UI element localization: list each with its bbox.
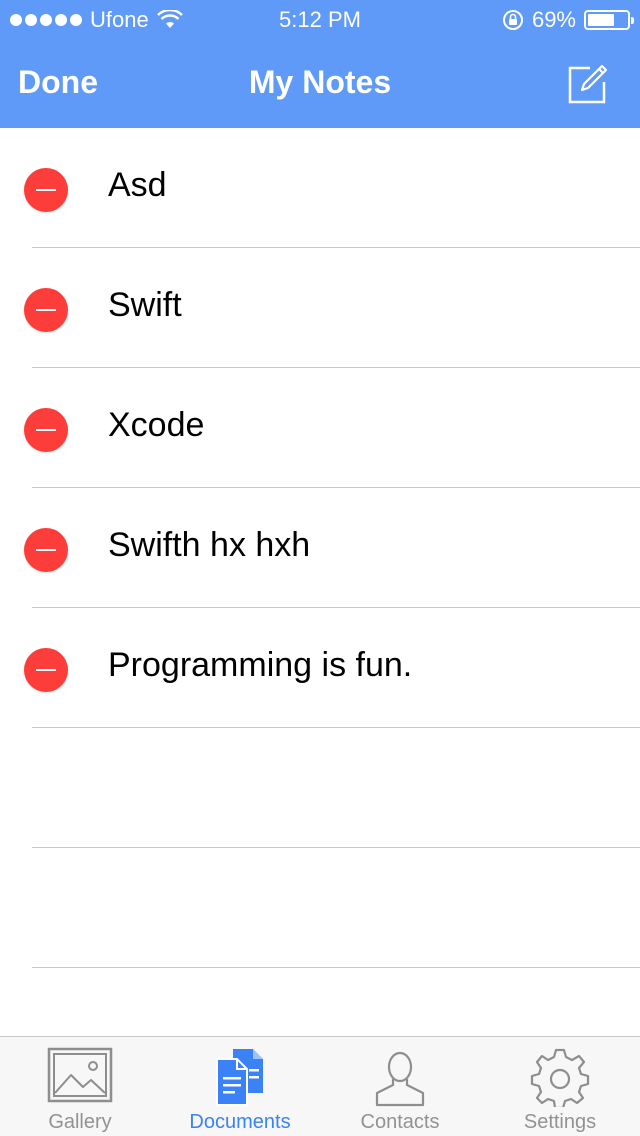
tab-label: Gallery [48,1111,112,1133]
note-title: Xcode [108,406,205,444]
status-bar: Ufone 5:12 PM 69% [0,0,640,40]
empty-row [0,728,640,848]
list-item[interactable]: Asd [0,128,640,248]
list-item[interactable]: Programming is fun. [0,608,640,728]
row-separator [32,967,640,968]
delete-button[interactable] [24,288,68,332]
list-item[interactable]: Xcode [0,368,640,488]
tab-bar: Gallery Documents Contacts Settings [0,1036,640,1136]
contacts-icon [375,1051,425,1107]
rotation-lock-icon [502,10,523,30]
header: Ufone 5:12 PM 69% Done My Notes [0,0,640,128]
list-item[interactable]: Swift [0,248,640,368]
delete-button[interactable] [24,168,68,212]
note-title: Programming is fun. [108,646,413,684]
battery-percent: 69% [531,7,576,32]
empty-row [0,848,640,968]
note-title: Asd [108,166,167,204]
status-right: 69% [502,7,634,33]
compose-icon[interactable] [560,58,610,108]
documents-icon [216,1049,263,1106]
settings-icon [530,1048,590,1107]
note-title: Swift [108,286,182,324]
delete-button[interactable] [24,408,68,452]
nav-bar: Done My Notes [0,40,640,128]
battery-icon [584,10,634,30]
gallery-icon [47,1047,113,1103]
tab-label: Documents [189,1111,291,1133]
delete-button[interactable] [24,648,68,692]
tab-documents[interactable]: Documents [160,1037,320,1136]
note-title: Swifth hx hxh [108,526,311,564]
delete-button[interactable] [24,528,68,572]
tab-settings[interactable]: Settings [480,1037,640,1136]
page-title: My Notes [248,64,392,100]
tab-label: Settings [523,1111,597,1133]
app: Ufone 5:12 PM 69% Done My Notes Asd Swif… [0,0,640,1136]
tab-contacts[interactable]: Contacts [320,1037,480,1136]
list-item[interactable]: Swifth hx hxh [0,488,640,608]
notes-list: Asd Swift Xcode Swifth hx hxh Programmin… [0,128,640,1036]
tab-gallery[interactable]: Gallery [0,1037,160,1136]
tab-label: Contacts [360,1111,440,1133]
